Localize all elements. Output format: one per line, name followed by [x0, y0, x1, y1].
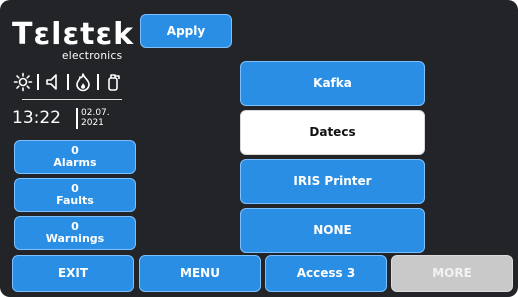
status-icon-bar	[13, 71, 123, 93]
option-none[interactable]: NONE	[240, 208, 425, 253]
faults-counter-button[interactable]: 0 Faults	[14, 178, 136, 212]
sun-icon	[13, 72, 33, 92]
exit-button[interactable]: EXIT	[12, 255, 134, 292]
access-level-button[interactable]: Access 3	[265, 255, 387, 292]
option-datecs[interactable]: Datecs	[240, 110, 425, 155]
status-divider	[22, 99, 122, 100]
clock-date-year: 2021	[81, 118, 104, 128]
brand-subtitle: electronics	[62, 50, 123, 62]
panel-screen: Tεlεtεk electronics Apply 13:22 02.07. 2…	[0, 0, 518, 297]
alarms-counter-button[interactable]: 0 Alarms	[14, 140, 136, 174]
brand-logo: Tεlεtεk	[12, 17, 135, 52]
faults-label: Faults	[56, 194, 94, 207]
icon-separator	[67, 74, 69, 90]
time-date-separator	[76, 108, 78, 129]
clock-date: 02.07. 2021	[81, 108, 110, 128]
warnings-counter-button[interactable]: 0 Warnings	[14, 216, 136, 250]
option-iris-printer[interactable]: IRIS Printer	[240, 159, 425, 204]
clock-time: 13:22	[12, 108, 61, 128]
option-kafka[interactable]: Kafka	[240, 61, 425, 106]
warnings-label: Warnings	[45, 232, 105, 245]
icon-separator	[37, 74, 39, 90]
apply-button[interactable]: Apply	[140, 14, 232, 48]
extinguisher-icon	[108, 74, 120, 91]
speaker-icon	[46, 74, 57, 90]
clock-date-day: 02.07.	[81, 108, 110, 118]
alarms-label: Alarms	[53, 156, 97, 169]
more-button: MORE	[391, 255, 513, 292]
fire-icon	[76, 73, 90, 92]
menu-button[interactable]: MENU	[139, 255, 261, 292]
icon-separator	[97, 74, 99, 90]
